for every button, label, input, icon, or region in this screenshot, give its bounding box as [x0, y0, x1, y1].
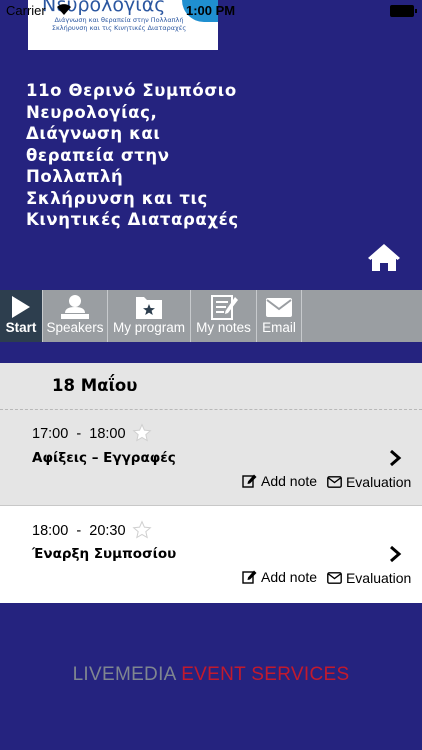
schedule-panel: 18 Μαΐου 17:00 - 18:00 Αφίξεις – Εγγραφέ…	[0, 363, 422, 603]
day-header: 18 Μαΐου	[0, 363, 422, 410]
event-title-line: θεραπεία στην	[26, 145, 170, 165]
event-title-line: 11ο Θερινό Συμπόσιο	[26, 81, 237, 100]
footer-logo: LIVEMEDIA EVENT SERVICES	[0, 664, 422, 686]
event-title-line: Σκλήρυνση και τις	[26, 188, 208, 208]
session-start: 18:00	[32, 523, 69, 539]
event-title-line: Διάγνωση και	[26, 124, 161, 143]
session-end: 20:30	[89, 523, 126, 539]
chevron-right-icon[interactable]	[388, 545, 402, 563]
tab-label: My program	[112, 320, 185, 335]
tab-label: Email	[262, 320, 296, 335]
tab-bar: Start Speakers My program My notes Email	[0, 290, 422, 342]
favorite-star-icon[interactable]	[132, 423, 152, 443]
tab-my-notes[interactable]: My notes	[191, 290, 257, 342]
tab-speakers[interactable]: Speakers	[43, 290, 108, 342]
evaluation-label: Evaluation	[345, 570, 412, 586]
session-start: 17:00	[32, 426, 69, 442]
tab-email[interactable]: Email	[257, 290, 302, 342]
add-note-button[interactable]: Add note	[242, 569, 317, 585]
session-actions: Add note Evaluation	[242, 569, 417, 587]
session-title: Αφίξεις – Εγγραφές	[32, 450, 176, 466]
play-icon	[12, 296, 30, 318]
edit-icon	[242, 474, 257, 488]
event-title-line: Κινητικές Διαταραχές	[26, 210, 239, 229]
edit-icon	[242, 570, 257, 584]
evaluation-button[interactable]: Evaluation	[327, 570, 411, 586]
envelope-outline-icon	[327, 476, 342, 488]
envelope-icon	[266, 298, 292, 317]
session-end: 18:00	[89, 426, 126, 442]
favorite-star-icon[interactable]	[132, 520, 152, 540]
tab-label: Start	[5, 320, 37, 335]
battery-icon	[390, 5, 417, 17]
notes-icon	[211, 295, 238, 320]
event-title-line: Νευρολογίας,	[26, 102, 158, 122]
home-icon[interactable]	[368, 244, 400, 272]
envelope-outline-icon	[327, 572, 342, 584]
evaluation-label: Evaluation	[345, 474, 412, 490]
footer-tagline: EVENT SERVICES	[181, 664, 350, 685]
add-note-button[interactable]: Add note	[242, 473, 317, 489]
session-row[interactable]: 18:00 - 20:30 Έναρξη Συμποσίου Add note	[0, 506, 422, 603]
event-title: 11ο Θερινό Συμπόσιο Νευρολογίας, Διάγνωσ…	[26, 80, 326, 231]
event-title-line: Πολλαπλή	[26, 167, 124, 186]
footer-brand: LIVEMEDIA	[72, 664, 176, 685]
wifi-icon	[57, 4, 71, 15]
day-label: 18 Μαΐου	[52, 376, 138, 395]
session-time: 18:00 - 20:30	[32, 523, 126, 539]
status-time: 1:00 PM	[186, 3, 236, 18]
chevron-right-icon[interactable]	[388, 449, 402, 467]
session-title: Έναρξη Συμποσίου	[32, 546, 177, 562]
carrier-label: Carrier	[6, 3, 46, 18]
tab-label: Speakers	[46, 320, 104, 335]
tab-start[interactable]: Start	[0, 290, 43, 342]
tab-label: My notes	[196, 320, 251, 335]
speaker-icon	[61, 295, 89, 319]
session-time: 17:00 - 18:00	[32, 426, 126, 442]
add-note-label: Add note	[261, 473, 318, 489]
session-actions: Add note Evaluation	[242, 473, 417, 491]
session-row[interactable]: 17:00 - 18:00 Αφίξεις – Εγγραφές Add not…	[0, 410, 422, 506]
add-note-label: Add note	[261, 569, 318, 585]
status-bar: Carrier 1:00 PM	[0, 0, 422, 22]
evaluation-button[interactable]: Evaluation	[327, 474, 411, 490]
folder-star-icon	[136, 297, 162, 319]
tab-my-program[interactable]: My program	[108, 290, 191, 342]
